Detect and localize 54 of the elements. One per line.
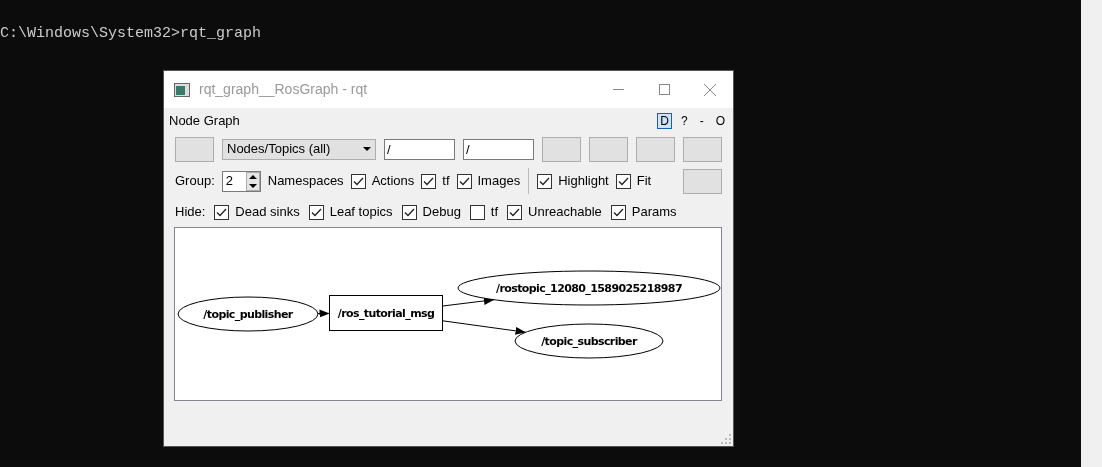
checkbox[interactable]: Highlight xyxy=(537,171,609,191)
checkbox[interactable]: tf xyxy=(421,171,450,191)
resize-grip-icon xyxy=(721,434,731,444)
spin-arrows-icon xyxy=(245,171,260,191)
edge-arrow xyxy=(317,309,330,318)
checkmark-icon xyxy=(216,207,228,217)
checkbox[interactable]: Actions xyxy=(350,171,415,191)
ros-node[interactable]: /topic_publisher xyxy=(177,296,319,332)
header-button[interactable]: - xyxy=(696,114,707,128)
topic-node[interactable]: /ros_tutorial_msg xyxy=(329,295,443,331)
group-spinbox[interactable]: 2 xyxy=(221,170,261,192)
toolbar-button[interactable] xyxy=(542,136,581,162)
close-icon xyxy=(704,83,716,96)
topic-filter-field[interactable]: / xyxy=(463,138,534,160)
toolbar-button[interactable] xyxy=(683,136,722,162)
edge-arrow xyxy=(442,296,495,307)
terminal-command-line: C:\Windows\System32>rqt_graph xyxy=(0,24,262,44)
checkmark-icon xyxy=(352,176,364,186)
graph-type-dropdown[interactable]: Nodes/Topics (all) xyxy=(222,138,376,160)
header-button[interactable]: ? xyxy=(677,114,691,128)
toolbar-button[interactable] xyxy=(683,168,722,194)
header-button[interactable]: D xyxy=(657,113,672,129)
group-label: Group: xyxy=(175,172,215,191)
checkbox[interactable]: Dead sinks xyxy=(214,202,300,222)
checkbox[interactable]: Params xyxy=(610,202,677,222)
plugin-title: Node Graph xyxy=(169,112,240,131)
namespaces-label: Namespaces xyxy=(267,172,344,191)
hide-label: Hide: xyxy=(175,203,206,222)
checkbox[interactable]: Debug xyxy=(401,202,461,222)
app-icon xyxy=(174,82,190,97)
checkmark-icon xyxy=(310,207,322,217)
checkmark-icon xyxy=(403,207,415,217)
checkbox[interactable]: Fit xyxy=(615,171,652,191)
toolbar-button[interactable] xyxy=(636,136,675,162)
checkmark-icon xyxy=(539,176,551,186)
dropdown-arrow-icon xyxy=(363,147,371,151)
toolbar-button[interactable] xyxy=(589,136,628,162)
checkmark-icon xyxy=(509,207,521,217)
ros-node[interactable]: /rostopic_12080_1589025218987 xyxy=(457,270,721,306)
node-filter-field[interactable]: / xyxy=(384,138,455,160)
maximize-icon xyxy=(658,84,670,95)
checkbox[interactable]: tf xyxy=(469,202,499,222)
header-button[interactable]: O xyxy=(712,114,728,128)
checkmark-icon xyxy=(612,207,624,217)
ros-node[interactable]: /topic_subscriber xyxy=(514,323,664,359)
checkmark-icon xyxy=(617,176,629,186)
toolbar-button[interactable] xyxy=(175,136,214,162)
checkbox[interactable]: Unreachable xyxy=(507,202,602,222)
window-title: rqt_graph__RosGraph - rqt xyxy=(199,80,368,99)
checkmark-icon xyxy=(423,176,435,186)
minimize-icon xyxy=(612,89,624,90)
checkbox[interactable]: Images xyxy=(456,171,521,191)
checkmark-icon xyxy=(458,176,470,186)
checkbox[interactable]: Leaf topics xyxy=(308,202,393,222)
